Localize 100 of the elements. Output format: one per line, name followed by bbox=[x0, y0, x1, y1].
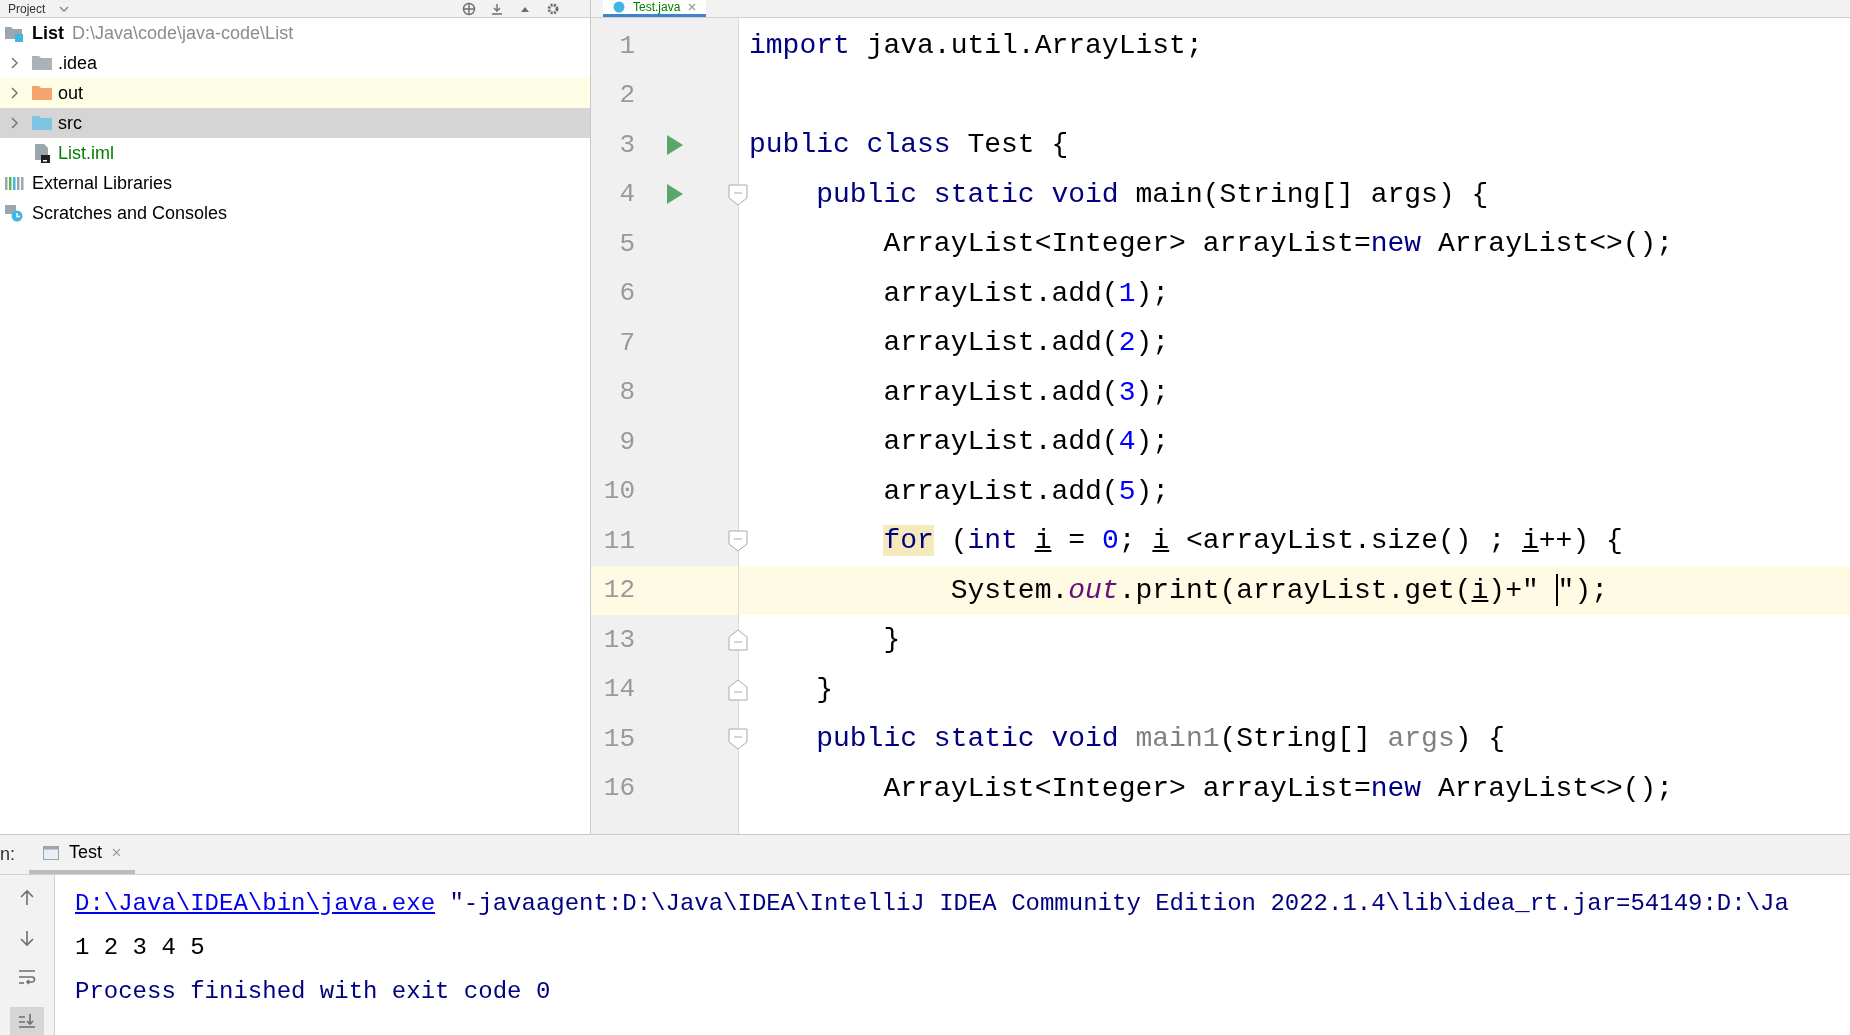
number-literal: 0 bbox=[1101, 525, 1119, 557]
keyword: for bbox=[883, 525, 934, 557]
console-line: 1 2 3 4 5 bbox=[75, 933, 205, 961]
file-icon bbox=[32, 143, 52, 163]
panel-title[interactable]: Project bbox=[8, 1, 46, 16]
variable-name: i bbox=[1522, 525, 1539, 557]
code-text: ArrayList<Integer> arrayList= bbox=[882, 228, 1371, 260]
tree-item[interactable]: Scratches and Consoles bbox=[0, 198, 590, 228]
chevron-icon[interactable] bbox=[10, 56, 20, 70]
tree-label: out bbox=[58, 82, 84, 104]
tree-item[interactable]: List.iml bbox=[0, 138, 590, 168]
tree-item[interactable]: out bbox=[0, 78, 590, 108]
path-text: D:\Java\code\java-code\List bbox=[72, 22, 294, 44]
tree-label: External Libraries bbox=[32, 172, 173, 194]
run-icon[interactable] bbox=[666, 183, 684, 206]
code-text: System. bbox=[949, 574, 1069, 606]
code-text: ); bbox=[1135, 376, 1170, 408]
variable-name: i bbox=[1471, 574, 1489, 606]
code-text: java.util.ArrayList; bbox=[865, 30, 1203, 62]
clock-document-icon bbox=[4, 204, 24, 222]
code-text: ) { bbox=[1454, 723, 1506, 755]
window-icon bbox=[43, 845, 59, 860]
close-icon[interactable] bbox=[112, 848, 122, 857]
chevron-icon[interactable] bbox=[10, 86, 20, 100]
console-line: "-javaagent:D:\Java\IDEA\IntelliJ IDEA Community Edition 2022.1.4\lib\idea_rt.jar=54149:D:\Ja bbox=[448, 889, 1789, 917]
line-number: 16 bbox=[602, 773, 635, 804]
number-literal: 2 bbox=[1118, 327, 1136, 359]
class-icon bbox=[613, 1, 625, 13]
number-literal: 1 bbox=[1118, 277, 1136, 309]
unused-name: args bbox=[1387, 723, 1455, 755]
code-text: ( bbox=[949, 525, 968, 557]
tree-label: List.iml bbox=[58, 142, 114, 164]
code-text: ArrayList<>(); bbox=[1436, 228, 1674, 260]
variable-name: i bbox=[1034, 525, 1052, 557]
code-text: arrayList.add( bbox=[882, 376, 1119, 408]
number-literal: 5 bbox=[1118, 475, 1136, 507]
keyword: public class bbox=[749, 129, 951, 161]
keyword: new bbox=[1370, 772, 1422, 804]
file-tab[interactable]: Test.java bbox=[603, 0, 707, 17]
code-text: ); bbox=[1135, 327, 1170, 359]
tree-label: .idea bbox=[58, 52, 98, 74]
line-number: 9 bbox=[618, 426, 635, 457]
keyword: int bbox=[967, 525, 1019, 557]
wrap-lines-icon[interactable] bbox=[18, 969, 36, 985]
console-line: Process finished with exit code 0 bbox=[75, 977, 551, 1005]
number-literal: 3 bbox=[1118, 376, 1136, 408]
line-number: 5 bbox=[618, 228, 635, 259]
keyword: public static void bbox=[815, 723, 1120, 755]
chevron-icon[interactable] bbox=[10, 116, 20, 130]
code-text: "); bbox=[1557, 574, 1608, 606]
code-text: arrayList.add( bbox=[882, 327, 1119, 359]
line-number: 8 bbox=[618, 377, 635, 408]
line-number: 3 bbox=[618, 129, 635, 160]
line-number: 13 bbox=[602, 624, 635, 655]
code-text: ); bbox=[1135, 277, 1170, 309]
scroll-to-end-button[interactable] bbox=[10, 1007, 44, 1035]
code-text: <arrayList.size() ; bbox=[1184, 525, 1507, 557]
line-number: 14 bbox=[602, 674, 635, 705]
fold-icon[interactable] bbox=[728, 629, 748, 651]
code-text: } bbox=[882, 624, 901, 656]
run-icon[interactable] bbox=[666, 133, 684, 156]
code-text: Test { bbox=[966, 129, 1069, 161]
line-number: 6 bbox=[618, 278, 635, 309]
fold-icon[interactable] bbox=[728, 183, 748, 206]
variable-name: i bbox=[1152, 525, 1170, 557]
tree-item[interactable]: src bbox=[0, 108, 590, 138]
library-bars-icon bbox=[4, 174, 24, 192]
code-text: } bbox=[815, 673, 833, 705]
code-text: ArrayList<>(); bbox=[1436, 772, 1674, 804]
line-number: 12 bbox=[602, 575, 635, 606]
collapse-icon[interactable] bbox=[490, 1, 504, 16]
unused-name: main1 bbox=[1135, 723, 1220, 755]
tree-label: Scratches and Consoles bbox=[32, 202, 228, 224]
path-link[interactable]: D:\Java\IDEA\bin\java.exe bbox=[75, 889, 436, 917]
code-text: ; bbox=[1118, 525, 1137, 557]
code-text: ++) { bbox=[1538, 525, 1623, 557]
gear-icon[interactable] bbox=[546, 1, 560, 16]
code-text: ); bbox=[1135, 475, 1170, 507]
fold-icon[interactable] bbox=[728, 728, 748, 750]
code-text: arrayList.add( bbox=[882, 426, 1119, 458]
code-text: .print(arrayList.get( bbox=[1118, 574, 1472, 606]
tree-item[interactable]: .idea bbox=[0, 48, 590, 78]
text-caret bbox=[1555, 574, 1558, 607]
close-icon[interactable] bbox=[688, 3, 697, 11]
scroll-to-end-icon bbox=[18, 1013, 36, 1029]
line-number: 2 bbox=[618, 80, 635, 111]
code-text: = bbox=[1067, 525, 1087, 557]
arrow-up-icon[interactable] bbox=[19, 889, 35, 907]
caret-icon[interactable] bbox=[59, 3, 70, 14]
tree-item[interactable]: External Libraries bbox=[0, 168, 590, 198]
line-number: 4 bbox=[618, 179, 635, 210]
fold-icon[interactable] bbox=[728, 530, 748, 552]
code-text: ArrayList<Integer> arrayList= bbox=[882, 772, 1371, 804]
crosshair-icon[interactable] bbox=[462, 1, 476, 16]
arrow-down-icon[interactable] bbox=[19, 929, 35, 947]
code-text: ); bbox=[1135, 426, 1170, 458]
code-text: main(String[] args) { bbox=[1134, 178, 1489, 210]
code-text: (String[] bbox=[1219, 723, 1372, 755]
fold-icon[interactable] bbox=[728, 678, 748, 701]
tree-item[interactable]: List D:\Java\code\java-code\List bbox=[0, 18, 590, 48]
